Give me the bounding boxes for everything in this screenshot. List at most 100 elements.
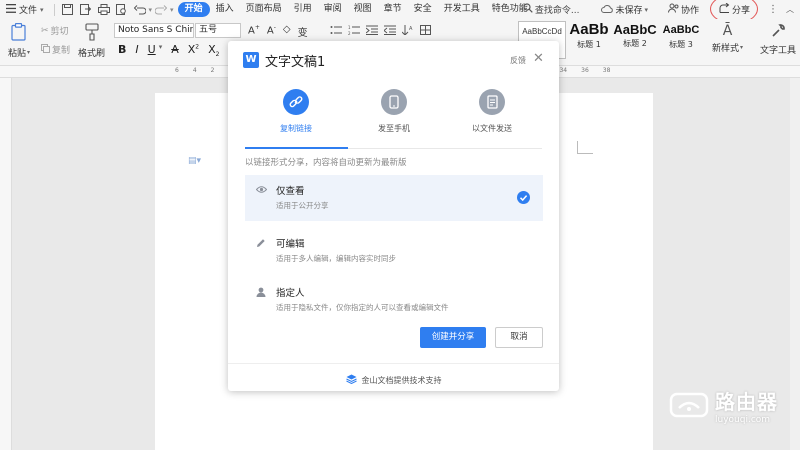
tab-insert[interactable]: 插入 [210,2,240,17]
tab-references[interactable]: 引用 [288,2,318,17]
share-method-tabs: 复制链接 发至手机 以文件发送 [228,89,559,189]
margin-corner-mark [577,141,578,154]
clear-format-icon[interactable]: ◇ [283,24,291,39]
tab-home[interactable]: 开始 [177,2,210,17]
file-menu[interactable]: 文件 ▾ [6,3,44,16]
bullet-list-icon[interactable] [330,25,342,38]
numbered-list-icon[interactable]: 12 [348,25,360,38]
cut-button[interactable]: ✂ 剪切 [41,24,69,38]
ruler-tick: 6 [175,67,179,74]
chevron-down-icon[interactable]: ▾ [149,6,153,14]
style-heading-1[interactable]: AaBb 标题 1 [566,21,612,59]
share-dialog: W 文字文稿1 反馈 ✕ 复制链接 发至手机 以文件发送 以链接形式分享，内容将… [228,41,559,391]
permission-subtitle: 适用于多人编辑，编辑内容实时同步 [276,254,396,263]
save-icon[interactable] [61,3,75,17]
tab-send-as-file[interactable]: 以文件发送 [447,89,537,134]
permission-title: 可编辑 [276,239,305,250]
collab-icon [667,3,679,16]
style-heading-1-caption: 标题 1 [577,40,601,49]
divider [53,3,55,16]
watermark-en: luyouqi.com [715,414,771,425]
wps-logo-icon: W [243,52,259,68]
print-icon[interactable] [97,3,111,17]
permission-view-only[interactable]: 仅查看 适用于公开分享 [245,175,543,221]
style-heading-2[interactable]: AaBbC 标题 2 [612,21,658,59]
clipboard-icon [11,23,27,44]
margin-corner-mark [577,153,593,154]
table-icon[interactable] [420,25,431,38]
outdent-icon[interactable] [383,25,396,38]
phone-icon [381,89,407,115]
italic-icon[interactable]: I [135,43,138,58]
brush-icon [84,23,99,44]
pinyin-icon[interactable]: 变 [298,24,308,39]
svg-text:2: 2 [348,31,351,35]
superscript-icon[interactable]: X2 [188,43,199,58]
font-family-select[interactable]: Noto Sans S Chir [114,23,194,38]
tab-send-as-file-label: 以文件发送 [472,124,512,133]
close-icon[interactable]: ✕ [533,52,544,66]
style-heading-1-preview: AaBb [569,21,609,38]
command-search[interactable]: 查找命令... [523,3,580,16]
tab-security[interactable]: 安全 [408,2,438,17]
command-search-label: 查找命令... [534,6,580,16]
subscript-icon[interactable]: X2 [208,43,219,58]
bold-icon[interactable]: B [118,43,126,58]
permission-specified-people[interactable]: 指定人 适用于隐私文件，仅你指定的人可以查看或编辑文件 [245,277,543,323]
redo-icon[interactable] [154,3,168,17]
text-tools-button[interactable]: 文字工具 [760,23,796,56]
underline-icon[interactable]: U [148,43,156,58]
format-painter-button[interactable]: 格式刷 [78,23,105,59]
wrench-icon [771,23,786,41]
scrollbar[interactable] [790,78,800,450]
chevron-down-icon[interactable]: ▾ [170,6,174,14]
style-heading-3[interactable]: AaBbC 标题 3 [658,21,704,59]
permission-can-edit[interactable]: 可编辑 适用于多人编辑，编辑内容实时同步 [245,228,543,274]
ruler-tick: 36 [581,67,589,74]
watermark-cn: 路由器 [715,389,778,414]
tab-review[interactable]: 审阅 [318,2,348,17]
tab-view[interactable]: 视图 [348,2,378,17]
collab-button[interactable]: 协作 [664,3,703,16]
svg-text:A: A [409,26,413,32]
decrease-font-icon[interactable]: A- [267,24,276,39]
strikethrough-icon[interactable]: A [171,43,179,58]
paste-button[interactable]: 粘贴 ▾ [8,23,30,59]
copy-label: 复制 [52,46,71,56]
share-description: 以链接形式分享，内容将自动更新为最新版 [245,158,407,168]
increase-font-icon[interactable]: A+ [248,24,260,39]
export-icon[interactable] [79,3,93,17]
tab-page-layout[interactable]: 页面布局 [240,2,288,17]
cloud-icon [601,4,614,16]
tab-chapter[interactable]: 章节 [378,2,408,17]
feedback-link[interactable]: 反馈 [510,55,526,66]
ruler-tick: 38 [602,67,611,74]
chevron-up-icon[interactable]: ︿ [786,4,794,15]
create-and-share-button[interactable]: 创建并分享 [420,327,486,348]
cancel-button[interactable]: 取消 [495,327,543,348]
unsaved-status[interactable]: 未保存 ▾ [597,3,652,16]
doc-nav-icon[interactable]: ▤▾ [188,156,201,166]
print-preview-icon[interactable] [115,3,129,17]
tab-copy-link[interactable]: 复制链接 [251,89,341,134]
chevron-down-icon: ▾ [644,5,648,14]
undo-icon[interactable] [133,3,147,17]
copy-button[interactable]: 复制 [41,43,70,56]
watermark: 路由器 luyouqi.com [669,385,789,425]
router-logo-icon [669,390,709,420]
new-style-button[interactable]: Ā 新样式 ▾ [712,23,743,54]
permission-subtitle: 适用于隐私文件，仅你指定的人可以查看或编辑文件 [276,303,449,312]
ruler-tick: 2 [210,67,215,74]
indent-icon[interactable] [365,25,378,38]
font-size-select[interactable]: 五号 [195,23,241,38]
tab-send-to-phone[interactable]: 发至手机 [349,89,439,134]
sort-icon[interactable]: A [401,25,414,38]
tab-developer[interactable]: 开发工具 [438,2,486,17]
style-heading-3-preview: AaBbC [662,24,700,36]
tab-copy-link-label: 复制链接 [280,124,312,133]
file-icon [479,89,505,115]
chevron-down-icon: ▾ [27,49,31,56]
chevron-down-icon[interactable]: ▾ [159,43,163,58]
more-icon[interactable]: ⋮ [768,4,778,15]
collab-label: 协作 [680,6,699,16]
